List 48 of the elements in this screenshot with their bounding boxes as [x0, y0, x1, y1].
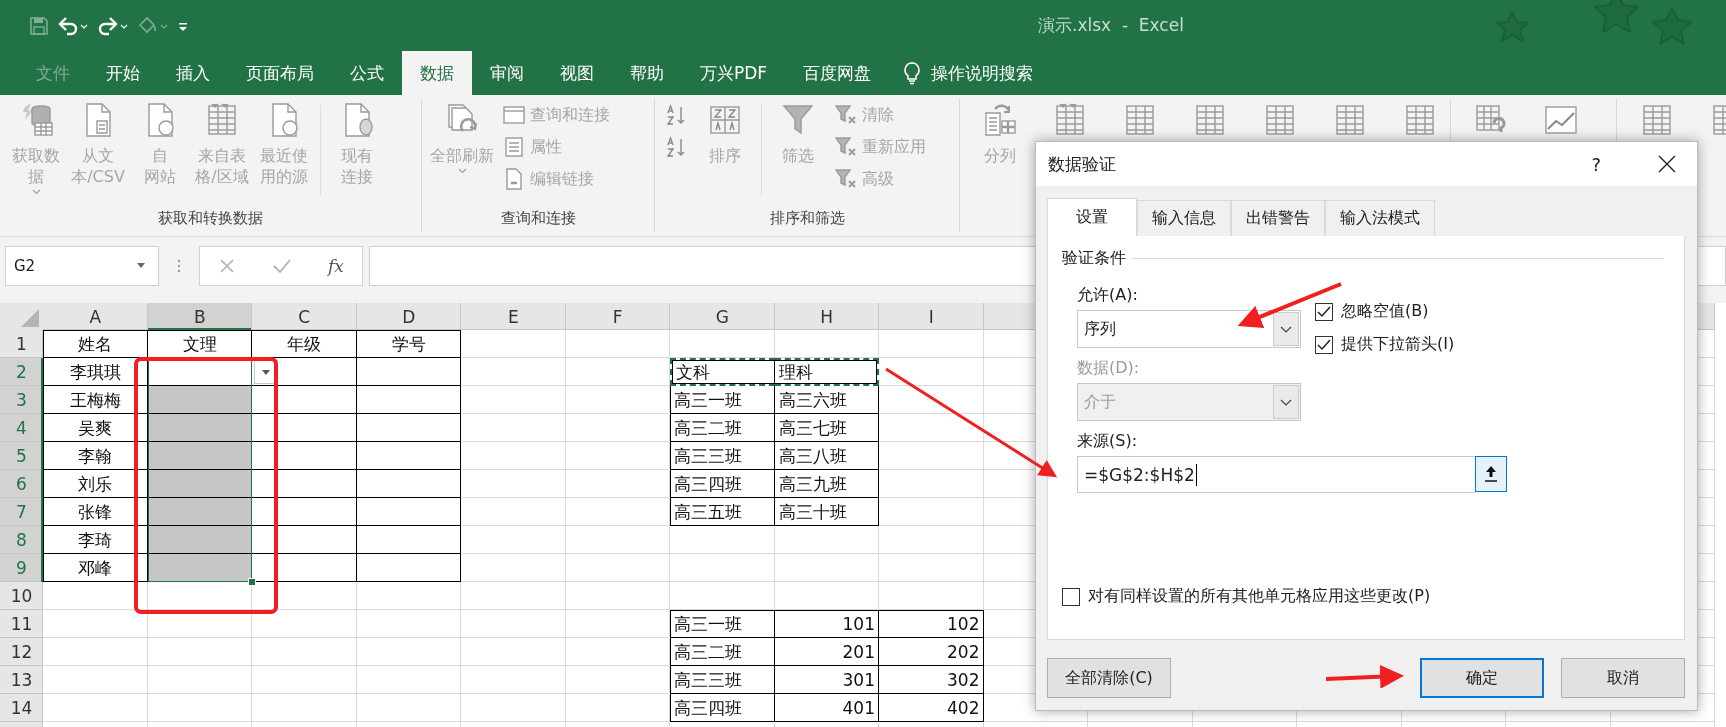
field-label: 数据(D): — [1077, 358, 1141, 379]
table-cell: 高三七班 — [774, 414, 879, 442]
field-label: 来源(S): — [1077, 431, 1139, 452]
table-cell: 李翰 — [43, 442, 148, 470]
table-cell: 402 — [879, 694, 984, 722]
table-cell: 高三六班 — [774, 386, 879, 414]
table-cell: 401 — [774, 694, 879, 722]
table-cell: 高三五班 — [670, 498, 775, 526]
table-cell: 202 — [879, 638, 984, 666]
dialog-title: 数据验证 — [1048, 152, 1117, 176]
table-cell: 201 — [774, 638, 879, 666]
table-cell: 302 — [879, 666, 984, 694]
table-cell: 学号 — [356, 330, 461, 358]
table-cell: 邓峰 — [43, 554, 148, 582]
table-cell: 刘乐 — [43, 470, 148, 498]
section-title: 验证条件 — [1062, 248, 1126, 269]
table-cell: 姓名 — [43, 330, 148, 358]
table-cell: 吴爽 — [43, 414, 148, 442]
table-cell: 高三二班 — [670, 638, 775, 666]
table-cell: 101 — [774, 610, 879, 638]
table-cell: 高三十班 — [774, 498, 879, 526]
table-cell: 301 — [774, 666, 879, 694]
table-cell: 理科 — [774, 358, 879, 386]
checkbox-label: 对有同样设置的所有其他单元格应用这些更改(P) — [1088, 586, 1431, 607]
table-cell: 文理 — [147, 330, 252, 358]
ribbon-group-label: 获取和转换数据 — [157, 209, 264, 229]
window-title: 演示.xlsx - Excel — [1038, 14, 1184, 37]
table-cell: 李琪琪 — [43, 358, 148, 386]
table-cell: 高三八班 — [774, 442, 879, 470]
table-cell: 高三三班 — [670, 442, 775, 470]
table-cell: 高三四班 — [670, 694, 775, 722]
table-cell: 高三一班 — [670, 386, 775, 414]
table-cell: 高三二班 — [670, 414, 775, 442]
table-cell: 年级 — [252, 330, 357, 358]
field-label: 允许(A): — [1077, 285, 1139, 306]
ribbon-group-label: 排序和筛选 — [768, 209, 846, 229]
ribbon-group-label: 查询和连接 — [499, 209, 577, 229]
table-cell: 高三一班 — [670, 610, 775, 638]
checkbox-label: 提供下拉箭头(I) — [1341, 334, 1455, 355]
table-cell: 张锋 — [43, 498, 148, 526]
table-cell: 高三四班 — [670, 470, 775, 498]
checkbox-label: 忽略空值(B) — [1341, 301, 1429, 322]
table-cell: 高三三班 — [670, 666, 775, 694]
table-cell: 王梅梅 — [43, 386, 148, 414]
table-cell: 102 — [879, 610, 984, 638]
table-cell: 文科 — [670, 358, 775, 386]
table-cell: 李琦 — [43, 526, 148, 554]
table-cell: 高三九班 — [774, 470, 879, 498]
